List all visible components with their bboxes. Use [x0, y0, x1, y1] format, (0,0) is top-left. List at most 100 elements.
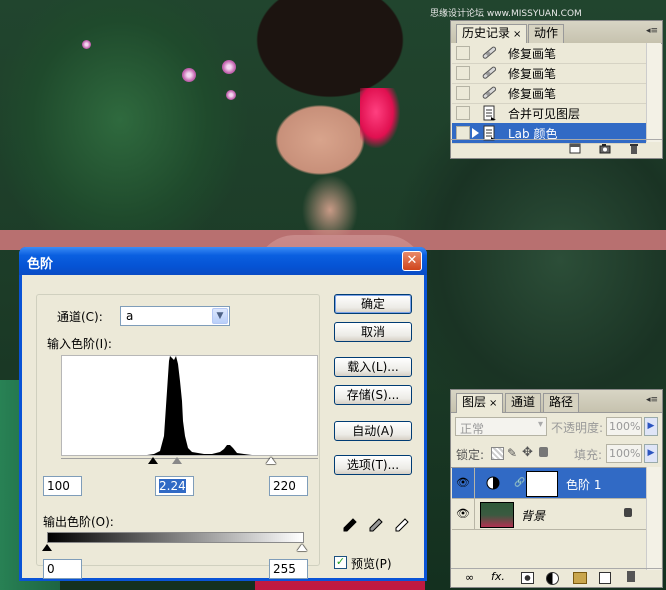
chevron-down-icon: ▾	[537, 419, 543, 430]
output-white-slider[interactable]	[297, 544, 307, 551]
layer-row-background[interactable]: 👁 背景	[452, 499, 652, 530]
trash-icon[interactable]	[627, 571, 635, 582]
history-checkbox[interactable]	[456, 86, 470, 100]
channel-label: 通道(C):	[57, 310, 103, 324]
options-button[interactable]: 选项(T)...	[334, 455, 412, 475]
history-panel: 历史记录 × 动作 ◂≡ 修复画笔 修复画笔 修复画笔 合并可见图层 Lab 颜…	[450, 20, 663, 159]
tab-history[interactable]: 历史记录 ×	[456, 24, 528, 44]
opacity-field[interactable]: 100%	[606, 417, 642, 436]
lock-label: 锁定:	[456, 448, 485, 462]
history-checkbox[interactable]	[456, 106, 470, 120]
flower	[226, 90, 236, 100]
eye-icon[interactable]: 👁	[456, 476, 470, 489]
gray-eyedropper-icon[interactable]	[368, 517, 384, 533]
input-black-slider[interactable]	[148, 457, 158, 464]
lock-pixels-icon[interactable]: ✎	[507, 446, 517, 460]
eye-icon[interactable]: 👁	[456, 507, 470, 520]
close-icon: ✕	[406, 253, 418, 268]
white-eyedropper-icon[interactable]	[394, 517, 410, 533]
flower	[222, 60, 236, 74]
panel-menu-icon[interactable]: ◂≡	[646, 26, 658, 36]
output-black-slider[interactable]	[42, 544, 52, 551]
history-toolbar	[451, 139, 662, 158]
input-black-field[interactable]: 100	[43, 476, 82, 496]
save-button[interactable]: 存储(S)...	[334, 385, 412, 405]
new-adjustment-layer-icon[interactable]	[546, 572, 559, 585]
history-item-label: 修复画笔	[508, 67, 557, 81]
layer-mask-thumbnail[interactable]	[526, 471, 558, 497]
history-checkbox[interactable]	[456, 66, 470, 80]
histogram	[61, 355, 318, 456]
new-group-icon[interactable]	[573, 572, 587, 584]
channel-value: a	[126, 309, 134, 323]
flower	[182, 68, 196, 82]
preview-checkbox[interactable]: ✓	[334, 556, 347, 569]
dialog-title: 色阶	[27, 257, 54, 272]
hair-flower	[360, 88, 400, 148]
link-icon[interactable]: 🔗	[514, 478, 525, 488]
history-tabs: 历史记录 × 动作 ◂≡	[451, 21, 662, 44]
brush-icon	[482, 46, 497, 59]
input-white-slider[interactable]	[266, 457, 276, 464]
ok-button[interactable]: 确定	[334, 294, 412, 314]
tab-actions[interactable]: 动作	[528, 24, 565, 43]
close-tab-icon[interactable]: ×	[489, 398, 497, 409]
lock-transparency-icon[interactable]	[491, 447, 504, 460]
fill-slider-button[interactable]: ▶	[644, 444, 658, 463]
new-document-icon[interactable]	[569, 143, 581, 154]
tab-layers[interactable]: 图层 ×	[456, 393, 504, 413]
new-layer-icon[interactable]	[599, 572, 611, 584]
dialog-titlebar[interactable]: 色阶 ✕	[19, 247, 427, 275]
channel-select[interactable]: a ▼	[120, 306, 230, 326]
history-item[interactable]: 修复画笔	[452, 63, 646, 84]
load-button[interactable]: 载入(L)...	[334, 357, 412, 377]
output-levels-label: 输出色阶(O):	[43, 515, 114, 529]
input-white-field[interactable]: 220	[269, 476, 308, 496]
output-white-field[interactable]: 255	[269, 559, 308, 579]
link-layers-icon[interactable]: ∞	[465, 571, 474, 584]
layer-name: 色阶 1	[566, 478, 602, 492]
adjustment-layer-icon	[486, 476, 500, 490]
close-tab-icon[interactable]: ×	[513, 29, 521, 40]
tab-paths[interactable]: 路径	[543, 393, 580, 412]
layer-thumbnail[interactable]	[480, 502, 514, 528]
black-eyedropper-icon[interactable]	[342, 517, 358, 533]
opacity-label: 不透明度:	[551, 421, 604, 435]
layer-name: 背景	[521, 509, 546, 523]
blend-mode-select[interactable]: 正常 ▾	[455, 417, 547, 436]
lock-icon	[624, 508, 632, 517]
history-scrollbar[interactable]	[646, 43, 661, 142]
layers-panel: 图层 × 通道 路径 ◂≡ 正常 ▾ 不透明度: 100% ▶ 锁定: ✎ ✥ 填…	[450, 389, 663, 588]
snapshot-icon[interactable]	[599, 143, 611, 154]
history-item-label: 修复画笔	[508, 87, 557, 101]
cancel-button[interactable]: 取消	[334, 322, 412, 342]
blend-mode-value: 正常	[460, 422, 485, 436]
fill-label: 填充:	[574, 448, 603, 462]
input-gamma-field[interactable]: 2.24	[155, 476, 194, 496]
lock-position-icon[interactable]: ✥	[522, 445, 533, 460]
fx-icon[interactable]: fx.	[491, 570, 505, 583]
layers-toolbar: ∞ fx.	[451, 568, 662, 587]
trash-icon[interactable]	[628, 143, 640, 154]
lock-all-icon[interactable]	[539, 447, 548, 457]
fill-field[interactable]: 100%	[606, 444, 642, 463]
history-item[interactable]: 修复画笔	[452, 43, 646, 64]
panel-menu-icon[interactable]: ◂≡	[646, 395, 658, 405]
close-button[interactable]: ✕	[402, 251, 422, 271]
layer-row-levels[interactable]: 👁 🔗 色阶 1	[452, 468, 652, 499]
history-item[interactable]: 修复画笔	[452, 83, 646, 104]
layers-scrollbar[interactable]	[646, 467, 661, 570]
levels-dialog: 色阶 ✕ 通道(C): a ▼ 输入色阶(I): 100 2.24 220 输出…	[19, 247, 427, 581]
auto-button[interactable]: 自动(A)	[334, 421, 412, 441]
history-item-label: 修复画笔	[508, 47, 557, 61]
add-mask-icon[interactable]	[521, 572, 534, 584]
input-gamma-value: 2.24	[159, 479, 186, 493]
history-checkbox[interactable]	[456, 126, 470, 140]
opacity-slider-button[interactable]: ▶	[644, 417, 658, 436]
dialog-client: 通道(C): a ▼ 输入色阶(I): 100 2.24 220 输出色阶(O)…	[22, 275, 424, 579]
input-gamma-slider[interactable]	[172, 457, 182, 464]
output-black-field[interactable]: 0	[43, 559, 82, 579]
history-checkbox[interactable]	[456, 46, 470, 60]
history-item[interactable]: 合并可见图层	[452, 103, 646, 124]
tab-channels[interactable]: 通道	[505, 393, 542, 412]
